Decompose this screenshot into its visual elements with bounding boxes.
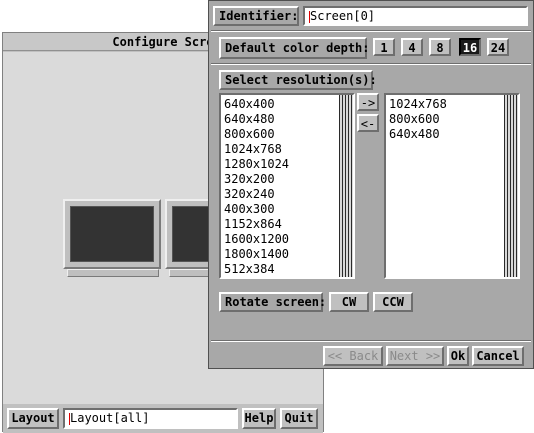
depth-1-button[interactable]: 1 (373, 38, 395, 56)
bottom-toolbar: Layout Layout[all] Help Quit (3, 404, 323, 433)
screen-config-dialog: Identifier: Screen[0] Default color dept… (208, 0, 534, 369)
selected-resolutions-list[interactable]: 1024x768 800x600 640x480 (384, 93, 520, 279)
rotate-ccw-button[interactable]: CCW (373, 292, 413, 312)
cancel-button[interactable]: Cancel (472, 346, 524, 366)
rotate-cw-button[interactable]: CW (329, 292, 369, 312)
identifier-label: Identifier: (213, 6, 299, 26)
resolution-list-item[interactable]: 1152x864 (221, 217, 353, 232)
resolution-list-item[interactable]: 800x600 (221, 127, 353, 142)
resolution-list-item[interactable]: 640x480 (386, 127, 518, 142)
back-button[interactable]: << Back (323, 346, 383, 366)
resolution-list-item[interactable]: 1024x768 (221, 142, 353, 157)
selected-list-scrollbar[interactable] (504, 95, 518, 277)
resolution-list-item[interactable]: 1800x1400 (221, 247, 353, 262)
separator (211, 63, 531, 65)
monitor-icon[interactable] (63, 199, 161, 269)
rotate-screen-label: Rotate screen: (219, 292, 326, 312)
next-button[interactable]: Next >> (386, 346, 444, 366)
resolution-list-item[interactable]: 1280x1024 (221, 157, 353, 172)
help-button[interactable]: Help (242, 408, 276, 429)
separator (211, 30, 531, 32)
resolution-list-item[interactable]: 320x240 (221, 187, 353, 202)
resolution-list-item[interactable]: 640x400 (221, 97, 353, 112)
color-depth-label: Default color depth: (219, 37, 370, 59)
layout-button[interactable]: Layout (7, 408, 59, 429)
quit-button[interactable]: Quit (280, 408, 318, 429)
remove-resolution-button[interactable]: <- (357, 114, 379, 132)
resolution-list-item[interactable]: 320x200 (221, 172, 353, 187)
depth-8-button[interactable]: 8 (429, 38, 451, 56)
layout-name-field[interactable]: Layout[all] (63, 408, 238, 429)
add-resolution-button[interactable]: -> (357, 93, 379, 111)
depth-24-button[interactable]: 24 (487, 38, 509, 56)
select-resolution-label: Select resolution(s): (219, 70, 377, 90)
resolution-list-item[interactable]: 1600x1200 (221, 232, 353, 247)
monitor-screen (70, 206, 154, 262)
identifier-text: creen[0] (317, 9, 376, 23)
ok-button[interactable]: Ok (447, 346, 469, 366)
resolution-list-item[interactable]: 800x600 (386, 112, 518, 127)
identifier-field[interactable]: Screen[0] (303, 6, 528, 26)
available-resolutions-list[interactable]: 640x400 640x480 800x600 1024x768 1280x1024 32… (219, 93, 355, 279)
separator (211, 340, 531, 342)
available-list-scrollbar[interactable] (339, 95, 353, 277)
depth-4-button[interactable]: 4 (401, 38, 423, 56)
depth-16-button[interactable]: 16 (459, 38, 481, 56)
resolution-list-item[interactable]: 400x300 (221, 202, 353, 217)
resolution-list-item[interactable]: 1024x768 (386, 97, 518, 112)
layout-field-text: ayout[all] (77, 411, 150, 425)
resolution-list-item[interactable]: 512x384 (221, 262, 353, 277)
monitor-stand (67, 269, 159, 277)
resolution-list-item[interactable]: 640x480 (221, 112, 353, 127)
